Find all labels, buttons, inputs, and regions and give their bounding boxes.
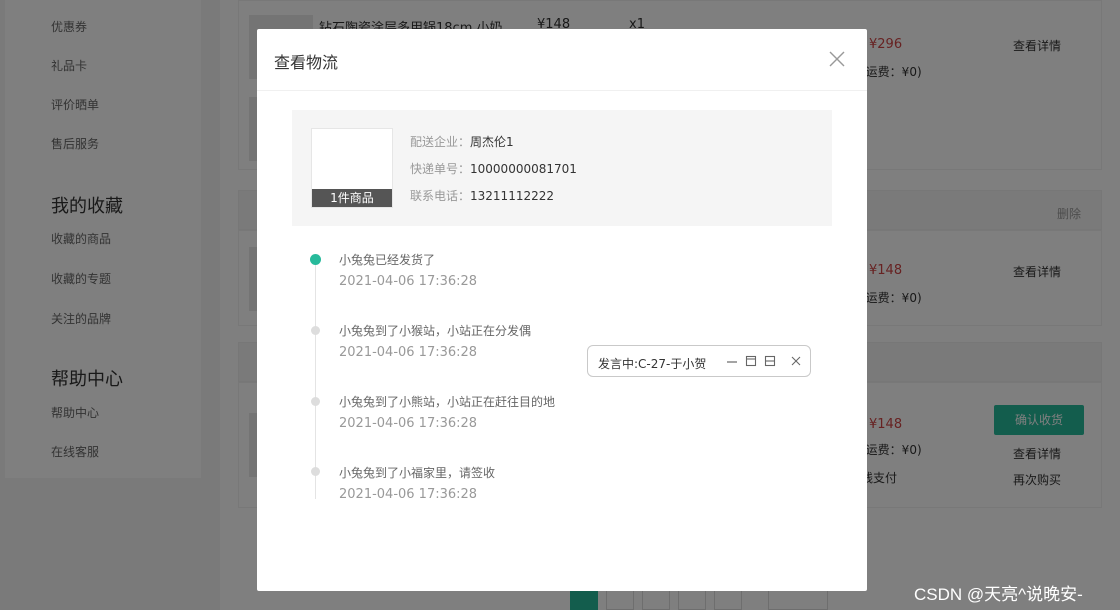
meeting-speaker-widget[interactable]: 发言中:C-27-于小贺 <box>587 345 811 377</box>
timeline-dot-active <box>310 254 321 265</box>
timeline-dot <box>311 397 320 406</box>
contact-phone-value: 13211112222 <box>470 189 554 203</box>
delivery-company-row: 配送企业：周杰伦1 <box>410 133 514 150</box>
dialog-header: 查看物流 <box>257 29 867 91</box>
delivery-company-label: 配送企业： <box>410 135 471 149</box>
timeline-dot <box>311 467 320 476</box>
package-image: 1件商品 <box>311 128 393 208</box>
contact-phone-label: 联系电话： <box>410 189 471 203</box>
dialog-title: 查看物流 <box>274 53 339 72</box>
timeline-event-time: 2021-04-06 17:36:28 <box>339 487 478 502</box>
timeline-event-time: 2021-04-06 17:36:28 <box>339 416 478 431</box>
split-view-icon[interactable] <box>764 352 776 374</box>
timeline-event-text: 小兔兔到了小猴站，小站正在分发偶 <box>339 324 532 338</box>
package-count-badge: 1件商品 <box>312 189 392 207</box>
timeline-event-time: 2021-04-06 17:36:28 <box>339 345 478 360</box>
timeline-axis <box>315 259 316 499</box>
restore-icon[interactable] <box>745 352 757 374</box>
logistics-dialog: 查看物流 1件商品 配送企业：周杰伦1 快递单号：10000000081701 … <box>257 29 867 591</box>
watermark: CSDN @天亮^说晚安- <box>914 585 1083 604</box>
timeline-event-text: 小兔兔已经发货了 <box>339 253 436 267</box>
tracking-number-label: 快递单号： <box>410 162 471 176</box>
contact-phone-row: 联系电话：13211112222 <box>410 187 554 204</box>
timeline-event-time: 2021-04-06 17:36:28 <box>339 274 478 289</box>
tracking-number-value: 10000000081701 <box>470 162 577 176</box>
delivery-company-value: 周杰伦1 <box>470 135 514 149</box>
minimize-icon[interactable] <box>726 352 738 374</box>
speaker-label: 发言中:C-27-于小贺 <box>598 357 707 371</box>
shipment-info-card: 1件商品 配送企业：周杰伦1 快递单号：10000000081701 联系电话：… <box>292 110 832 226</box>
timeline-dot <box>311 326 320 335</box>
close-icon[interactable] <box>790 352 802 374</box>
timeline-event-text: 小兔兔到了小福家里，请签收 <box>339 466 496 480</box>
close-icon[interactable] <box>825 47 849 71</box>
timeline-event-text: 小兔兔到了小熊站，小站正在赶往目的地 <box>339 395 556 409</box>
tracking-number-row: 快递单号：10000000081701 <box>410 160 577 177</box>
